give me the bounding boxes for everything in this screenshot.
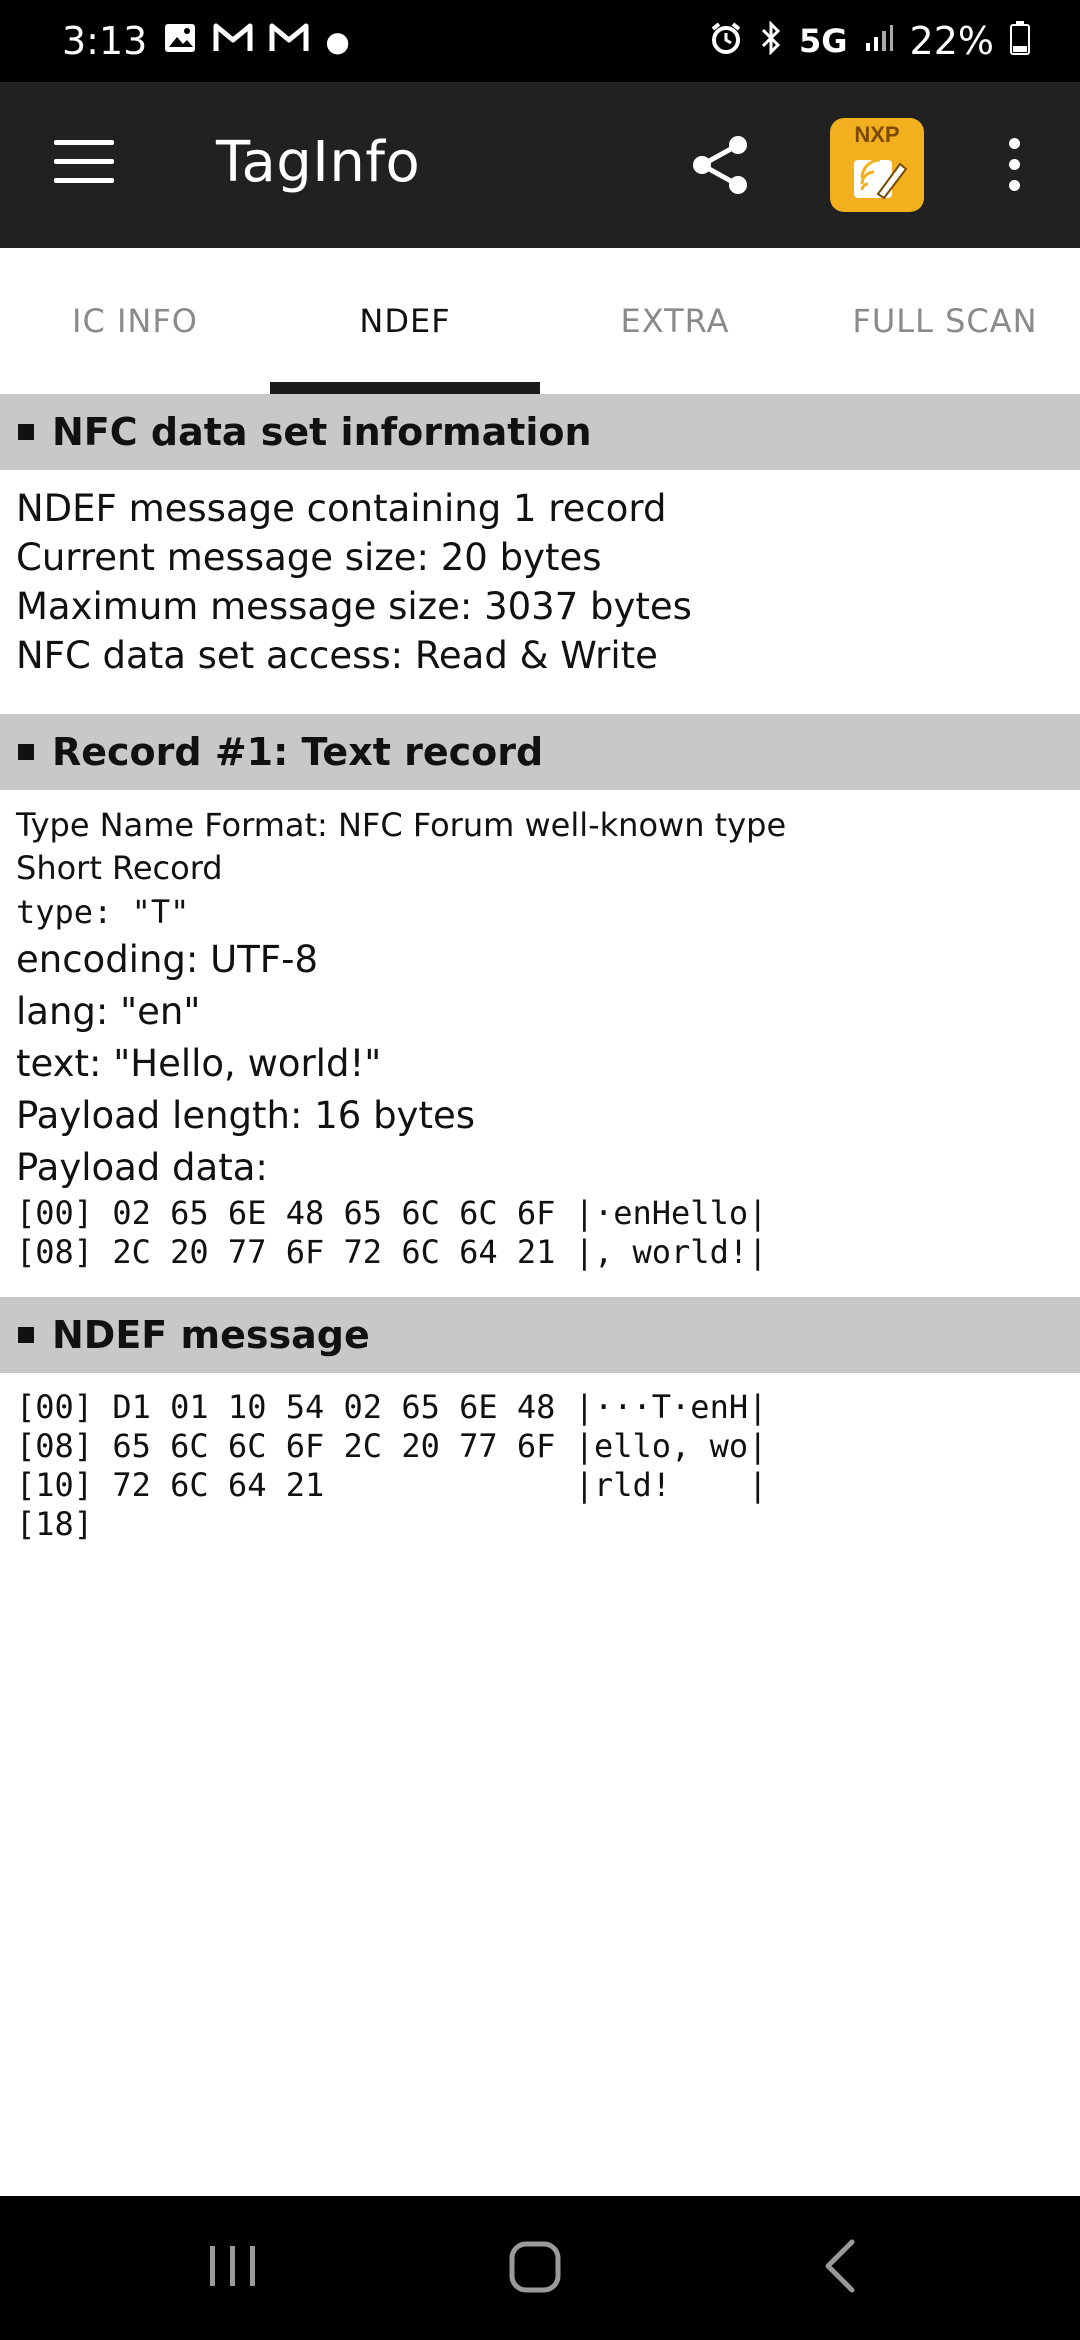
section-title: Record #1: Text record xyxy=(52,730,544,774)
payload-hex-row: [08] 2C 20 77 6F 72 6C 64 21 |, world!| xyxy=(16,1233,768,1271)
info-line: NFC data set access: Read & Write xyxy=(16,634,658,677)
record-lang: lang: "en" xyxy=(16,990,201,1033)
bullet-icon xyxy=(18,1327,34,1343)
nfc-tag-edit-icon xyxy=(854,158,908,200)
share-icon xyxy=(693,136,747,194)
alarm-icon xyxy=(709,21,743,61)
bluetooth-icon xyxy=(759,20,783,61)
dot-icon: ● xyxy=(325,24,350,58)
signal-icon xyxy=(864,23,894,59)
menu-button[interactable] xyxy=(54,140,114,190)
payload-hex-row: [00] 02 65 6E 48 65 6C 6C 6F |·enHello| xyxy=(16,1194,768,1232)
tab-ndef[interactable]: NDEF xyxy=(270,248,540,394)
image-icon xyxy=(163,22,197,60)
status-bar: 3:13 ● 5G 22% xyxy=(0,0,1080,82)
nxp-taginfo-button[interactable]: NXP xyxy=(830,118,924,212)
message-hex-dump: [00] D1 01 10 54 02 65 6E 48 |···T·enH| … xyxy=(16,1388,1066,1544)
share-button[interactable] xyxy=(688,132,754,198)
gmail-icon xyxy=(269,23,309,59)
section-title: NDEF message xyxy=(52,1313,370,1357)
info-line: NDEF message containing 1 record xyxy=(16,487,667,530)
section-header-record: Record #1: Text record xyxy=(0,714,1080,790)
dataset-info: NDEF message containing 1 record Current… xyxy=(16,484,1066,680)
record-tnf: Type Name Format: NFC Forum well-known t… xyxy=(16,806,787,844)
nxp-logo-text: NXP xyxy=(854,122,900,147)
recent-apps-icon xyxy=(210,2246,255,2286)
record-details: Type Name Format: NFC Forum well-known t… xyxy=(16,804,1066,1272)
bullet-icon xyxy=(18,424,34,440)
bullet-icon xyxy=(18,744,34,760)
overflow-menu-button[interactable] xyxy=(1004,138,1024,194)
hamburger-icon xyxy=(54,140,114,145)
record-payload-label: Payload data: xyxy=(16,1146,268,1189)
navigation-bar xyxy=(0,2196,1080,2340)
record-type: type: "T" xyxy=(16,893,190,931)
section-header-message: NDEF message xyxy=(0,1297,1080,1373)
record-text: text: "Hello, world!" xyxy=(16,1042,382,1085)
record-payload-length: Payload length: 16 bytes xyxy=(16,1094,475,1137)
info-line: Maximum message size: 3037 bytes xyxy=(16,585,692,628)
tab-extra[interactable]: EXTRA xyxy=(540,248,810,394)
network-type: 5G xyxy=(799,22,848,60)
home-button[interactable] xyxy=(506,2236,566,2301)
recent-apps-button[interactable] xyxy=(206,2236,260,2301)
tab-bar: IC INFO NDEF EXTRA FULL SCAN xyxy=(0,248,1080,394)
message-hex-row: [08] 65 6C 6C 6F 2C 20 77 6F |ello, wo| xyxy=(16,1427,768,1465)
info-line: Current message size: 20 bytes xyxy=(16,536,602,579)
message-hex-row: [00] D1 01 10 54 02 65 6E 48 |···T·enH| xyxy=(16,1388,768,1426)
gmail-icon xyxy=(213,23,253,59)
record-encoding: encoding: UTF-8 xyxy=(16,938,318,981)
tab-full-scan[interactable]: FULL SCAN xyxy=(810,248,1080,394)
more-vert-icon xyxy=(1008,138,1020,149)
back-icon xyxy=(825,2239,855,2293)
message-hex-row: [18] xyxy=(16,1505,94,1543)
section-header-dataset: NFC data set information xyxy=(0,394,1080,470)
app-bar: TagInfo NXP xyxy=(0,82,1080,248)
back-button[interactable] xyxy=(818,2236,862,2301)
battery-percent: 22% xyxy=(909,19,994,63)
tab-ic-info[interactable]: IC INFO xyxy=(0,248,270,394)
record-short: Short Record xyxy=(16,849,223,887)
status-time: 3:13 xyxy=(62,19,148,63)
battery-icon xyxy=(1010,21,1030,61)
app-title: TagInfo xyxy=(216,130,421,195)
message-hex-row: [10] 72 6C 64 21 |rld! | xyxy=(16,1466,768,1504)
section-title: NFC data set information xyxy=(52,410,592,454)
home-icon xyxy=(509,2241,561,2293)
